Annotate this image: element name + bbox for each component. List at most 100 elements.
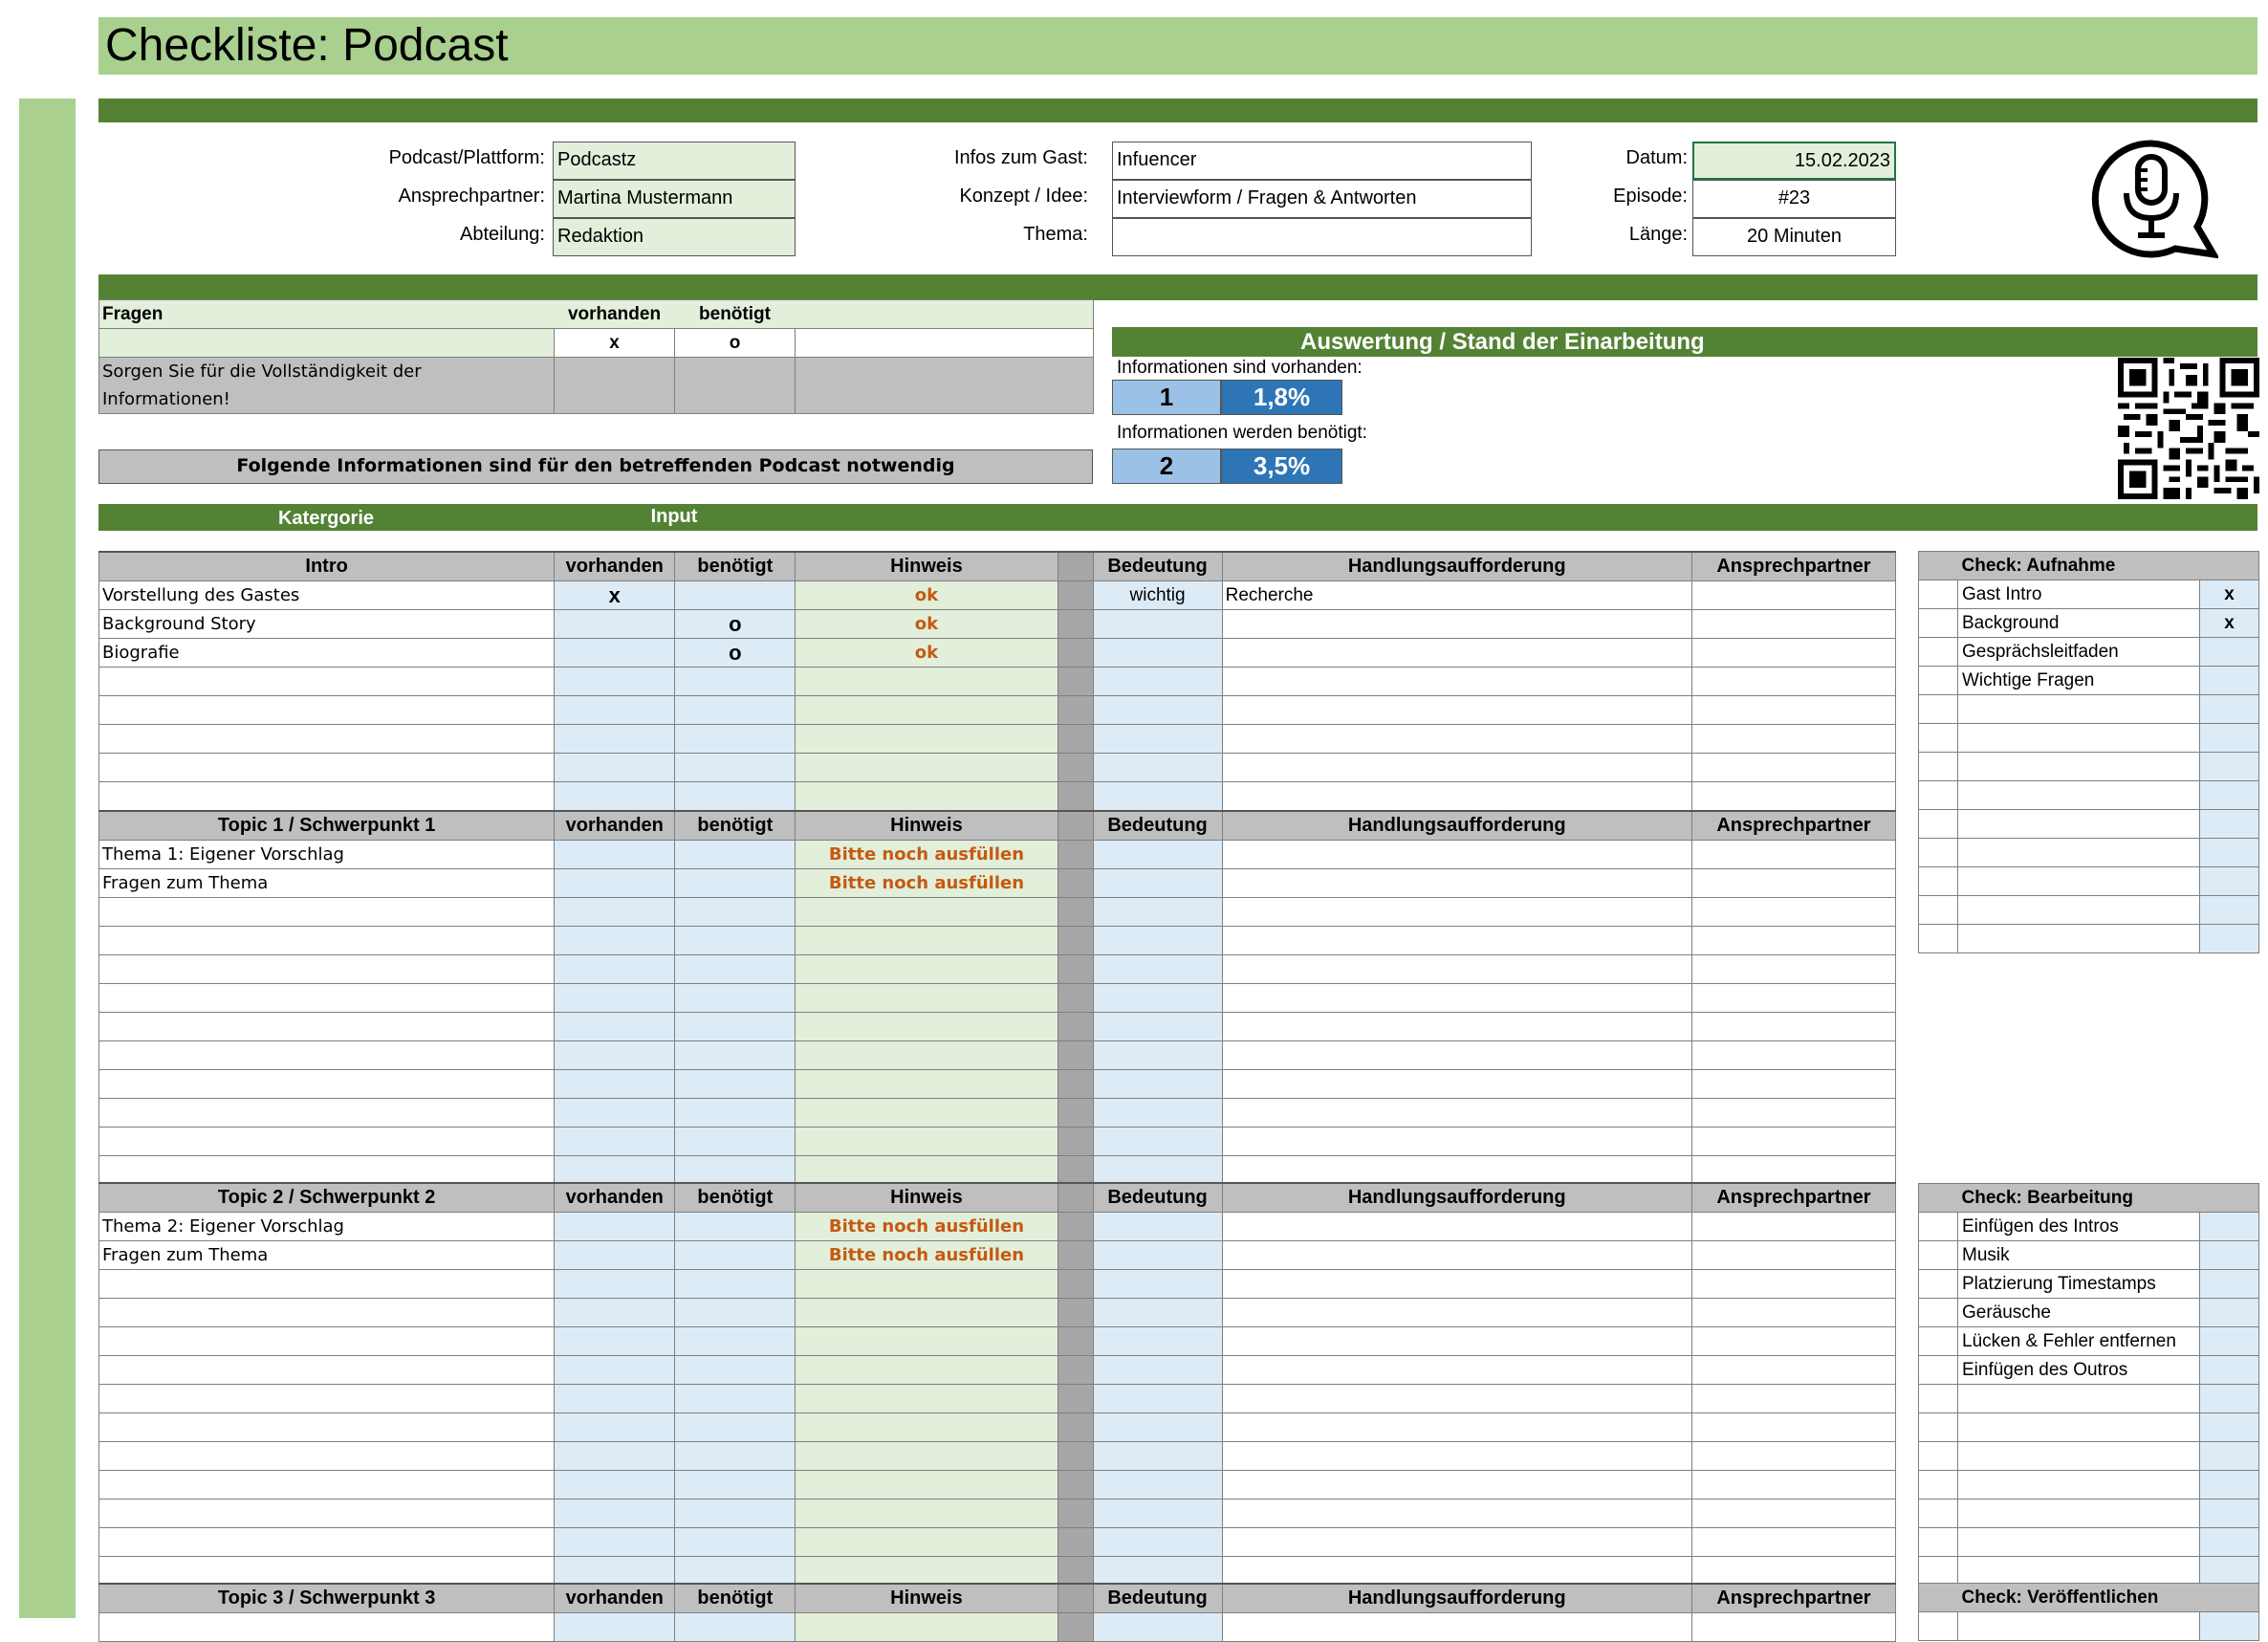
ansprech-cell[interactable] <box>1690 695 1897 725</box>
handlung-cell[interactable] <box>1221 724 1692 754</box>
check-mark[interactable] <box>2199 780 2259 810</box>
bedeutung-cell[interactable] <box>1092 1127 1223 1156</box>
check-mark[interactable] <box>2199 1212 2259 1241</box>
bedeutung-cell[interactable] <box>1092 667 1223 696</box>
ansprech-cell[interactable] <box>1690 897 1897 927</box>
benoetigt-cell[interactable] <box>674 1069 796 1099</box>
check-mark[interactable] <box>2199 666 2259 695</box>
benoetigt-cell[interactable] <box>674 1012 796 1041</box>
ansprech-cell[interactable] <box>1690 667 1897 696</box>
bedeutung-cell[interactable] <box>1092 926 1223 955</box>
benoetigt-cell[interactable] <box>674 1470 796 1500</box>
check-mark[interactable] <box>2199 1326 2259 1356</box>
benoetigt-cell[interactable] <box>674 753 796 782</box>
ansprech-cell[interactable] <box>1690 1098 1897 1128</box>
vorhanden-cell[interactable] <box>554 1556 676 1586</box>
vorhanden-cell[interactable] <box>554 1470 676 1500</box>
vorhanden-cell[interactable]: x <box>554 580 676 610</box>
ansprech-cell[interactable] <box>1690 1240 1897 1270</box>
ansprech-cell[interactable] <box>1690 1355 1897 1385</box>
bedeutung-cell[interactable] <box>1092 840 1223 869</box>
vorhanden-cell[interactable] <box>554 1298 676 1327</box>
bedeutung-cell[interactable] <box>1092 1012 1223 1041</box>
item-name[interactable] <box>98 1384 556 1413</box>
handlung-cell[interactable] <box>1221 1527 1692 1557</box>
bedeutung-cell[interactable] <box>1092 1612 1223 1642</box>
handlung-cell[interactable] <box>1221 1212 1692 1241</box>
item-name[interactable] <box>98 781 556 811</box>
handlung-cell[interactable] <box>1221 1412 1692 1442</box>
item-name[interactable] <box>98 954 556 984</box>
handlung-cell[interactable] <box>1221 840 1692 869</box>
check-mark[interactable] <box>2199 1384 2259 1413</box>
ansprech-cell[interactable] <box>1690 580 1897 610</box>
handlung-cell[interactable] <box>1221 1326 1692 1356</box>
benoetigt-cell[interactable] <box>674 1212 796 1241</box>
ansprech-cell[interactable] <box>1690 1155 1897 1185</box>
benoetigt-cell[interactable]: o <box>674 638 796 668</box>
handlung-cell[interactable] <box>1221 1499 1692 1528</box>
vorhanden-cell[interactable] <box>554 667 676 696</box>
benoetigt-cell[interactable] <box>674 1441 796 1471</box>
check-mark[interactable] <box>2199 1441 2259 1471</box>
handlung-cell[interactable] <box>1221 1384 1692 1413</box>
bedeutung-cell[interactable] <box>1092 1412 1223 1442</box>
vorhanden-cell[interactable] <box>554 1040 676 1070</box>
benoetigt-cell[interactable] <box>674 1527 796 1557</box>
ansprech-cell[interactable] <box>1690 1040 1897 1070</box>
ansprech-cell[interactable] <box>1690 954 1897 984</box>
handlung-cell[interactable] <box>1221 1127 1692 1156</box>
ansprech-cell[interactable] <box>1690 1612 1897 1642</box>
vorhanden-cell[interactable] <box>554 954 676 984</box>
ansprech-cell[interactable] <box>1690 781 1897 811</box>
benoetigt-cell[interactable]: o <box>674 609 796 639</box>
contact-field[interactable]: Martina Mustermann <box>553 180 796 218</box>
item-name[interactable] <box>98 724 556 754</box>
item-name[interactable] <box>98 926 556 955</box>
item-name[interactable] <box>98 1098 556 1128</box>
handlung-cell[interactable] <box>1221 753 1692 782</box>
bedeutung-cell[interactable] <box>1092 695 1223 725</box>
vorhanden-cell[interactable] <box>554 897 676 927</box>
bedeutung-cell[interactable] <box>1092 1556 1223 1586</box>
ansprech-cell[interactable] <box>1690 1212 1897 1241</box>
ansprech-cell[interactable] <box>1690 638 1897 668</box>
vorhanden-cell[interactable] <box>554 781 676 811</box>
item-name[interactable] <box>98 1069 556 1099</box>
handlung-cell[interactable] <box>1221 1298 1692 1327</box>
item-name[interactable] <box>98 1298 556 1327</box>
check-mark[interactable] <box>2199 838 2259 867</box>
bedeutung-cell[interactable] <box>1092 897 1223 927</box>
handlung-cell[interactable] <box>1221 1240 1692 1270</box>
vorhanden-cell[interactable] <box>554 840 676 869</box>
benoetigt-cell[interactable] <box>674 724 796 754</box>
ansprech-cell[interactable] <box>1690 1556 1897 1586</box>
ansprech-cell[interactable] <box>1690 1069 1897 1099</box>
handlung-cell[interactable] <box>1221 868 1692 898</box>
benoetigt-cell[interactable] <box>674 667 796 696</box>
ansprech-cell[interactable] <box>1690 1470 1897 1500</box>
ansprech-cell[interactable] <box>1690 1127 1897 1156</box>
vorhanden-cell[interactable] <box>554 1155 676 1185</box>
item-name[interactable] <box>98 667 556 696</box>
item-name[interactable] <box>98 1040 556 1070</box>
item-name[interactable]: Biografie <box>98 638 556 668</box>
benoetigt-cell[interactable] <box>674 1298 796 1327</box>
benoetigt-cell[interactable] <box>674 1326 796 1356</box>
handlung-cell[interactable] <box>1221 954 1692 984</box>
vorhanden-cell[interactable] <box>554 1412 676 1442</box>
handlung-cell[interactable] <box>1221 1155 1692 1185</box>
benoetigt-cell[interactable] <box>674 1556 796 1586</box>
vorhanden-cell[interactable] <box>554 609 676 639</box>
check-mark[interactable] <box>2199 637 2259 667</box>
bedeutung-cell[interactable] <box>1092 1527 1223 1557</box>
bedeutung-cell[interactable] <box>1092 753 1223 782</box>
benoetigt-cell[interactable] <box>674 1240 796 1270</box>
benoetigt-cell[interactable] <box>674 1155 796 1185</box>
bedeutung-cell[interactable] <box>1092 638 1223 668</box>
vorhanden-cell[interactable] <box>554 695 676 725</box>
podcast-field[interactable]: Podcastz <box>553 142 796 180</box>
ansprech-cell[interactable] <box>1690 868 1897 898</box>
vorhanden-cell[interactable] <box>554 1612 676 1642</box>
check-mark[interactable] <box>2199 1412 2259 1442</box>
